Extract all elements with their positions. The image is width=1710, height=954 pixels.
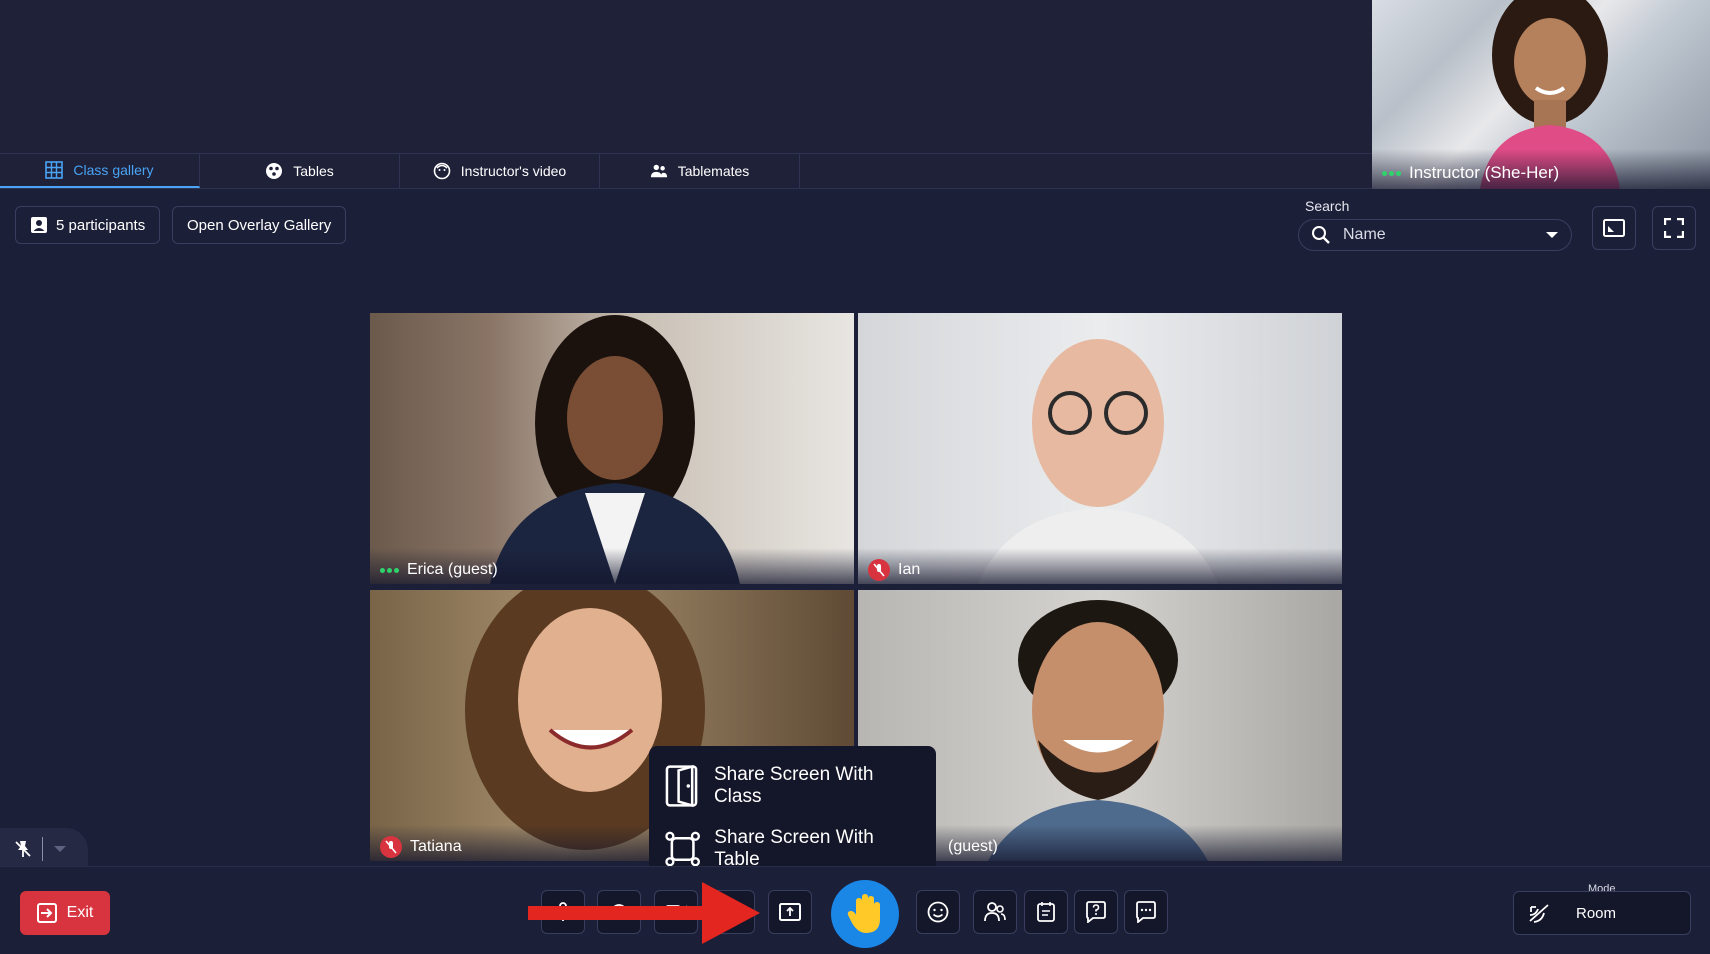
tab-tables[interactable]: Tables — [200, 154, 400, 188]
tables-icon — [266, 163, 283, 179]
mode-value: Room — [1576, 904, 1617, 922]
pip-icon — [1603, 219, 1625, 237]
open-overlay-gallery-button[interactable]: Open Overlay Gallery — [172, 206, 347, 244]
exit-icon — [36, 903, 57, 923]
contact-icon — [31, 217, 47, 233]
participant-name-bar: Ian — [858, 548, 1342, 584]
chat-button[interactable] — [1124, 890, 1168, 934]
participant-video — [978, 339, 1218, 584]
share-with-class-option[interactable]: Share Screen With Class — [665, 754, 920, 817]
participant-name: Tatiana — [410, 838, 462, 855]
share-screen-button[interactable] — [768, 890, 812, 934]
mic-off-icon — [868, 559, 890, 581]
fullscreen-icon — [1664, 218, 1684, 238]
caret-down-icon — [1546, 232, 1558, 238]
picture-in-picture-button[interactable] — [1592, 206, 1636, 250]
participants-button[interactable]: 5 participants — [15, 206, 161, 244]
search-label: Search — [1305, 198, 1350, 214]
tab-tablemates[interactable]: Tablemates — [600, 154, 800, 188]
search-value: Name — [1343, 226, 1386, 243]
participant-name: Erica (guest) — [407, 561, 498, 578]
tab-label: Tables — [293, 163, 334, 179]
fullscreen-button[interactable] — [1652, 206, 1696, 250]
tab-label: Class gallery — [73, 162, 154, 178]
grid-icon — [45, 161, 64, 179]
raise-hand-button[interactable] — [831, 880, 899, 948]
questions-button[interactable] — [1074, 890, 1118, 934]
instructor-video-tile[interactable]: Instructor (She-Her) — [1372, 0, 1710, 189]
mode-selector[interactable]: Room — [1513, 891, 1691, 935]
participant-name: (guest) — [948, 838, 998, 855]
tab-label: Tablemates — [677, 163, 750, 179]
unpin-icon — [15, 841, 31, 857]
divider — [42, 837, 43, 861]
participant-tile[interactable]: Ian — [858, 313, 1342, 584]
mic-off-icon — [380, 836, 402, 858]
instructor-name-bar: Instructor (She-Her) — [1372, 149, 1710, 189]
notepad-icon — [1037, 902, 1055, 922]
tab-class-gallery[interactable]: Class gallery — [0, 154, 200, 188]
caret-down-icon — [54, 846, 66, 852]
share-with-class-label: Share Screen With Class — [713, 763, 874, 807]
audio-live-icon — [380, 567, 399, 573]
share-screen-icon — [779, 903, 801, 921]
overlay-gallery-label: Open Overlay Gallery — [187, 216, 332, 234]
exit-button[interactable]: Exit — [20, 891, 110, 935]
people-icon — [984, 902, 1006, 922]
annotation-arrow — [528, 882, 760, 944]
chat-bubble-icon — [1136, 901, 1156, 923]
participant-name-bar: Erica (guest) — [370, 548, 854, 584]
instructor-video-icon — [433, 162, 451, 180]
mode-icon — [1529, 904, 1549, 923]
people-icon — [650, 164, 667, 178]
participants-count: 5 participants — [56, 216, 146, 234]
audio-live-icon — [1382, 170, 1401, 176]
share-with-table-label: Share Screen With Table — [714, 826, 874, 870]
tab-label: Instructor's video — [460, 163, 567, 179]
notes-button[interactable] — [1024, 890, 1068, 934]
exit-label: Exit — [66, 904, 94, 921]
search-select[interactable]: Name — [1298, 219, 1572, 251]
top-panel — [0, 0, 1372, 153]
participant-video — [490, 315, 740, 584]
raised-hand-icon — [847, 894, 880, 933]
instructor-name: Instructor (She-Her) — [1409, 163, 1560, 182]
question-bubble-icon — [1086, 901, 1106, 923]
emoji-button[interactable] — [916, 890, 960, 934]
search-icon — [1312, 226, 1330, 244]
view-tabs: Class gallery Tables Instructor's video … — [0, 153, 1372, 189]
participant-tile[interactable]: Erica (guest) — [370, 313, 854, 584]
tab-instructors-video[interactable]: Instructor's video — [400, 154, 600, 188]
door-icon — [665, 764, 698, 807]
smiley-icon — [927, 901, 949, 923]
table-seats-icon — [665, 831, 701, 866]
participant-name: Ian — [898, 561, 921, 578]
pin-widget[interactable] — [0, 828, 88, 870]
participants-panel-button[interactable] — [973, 890, 1017, 934]
